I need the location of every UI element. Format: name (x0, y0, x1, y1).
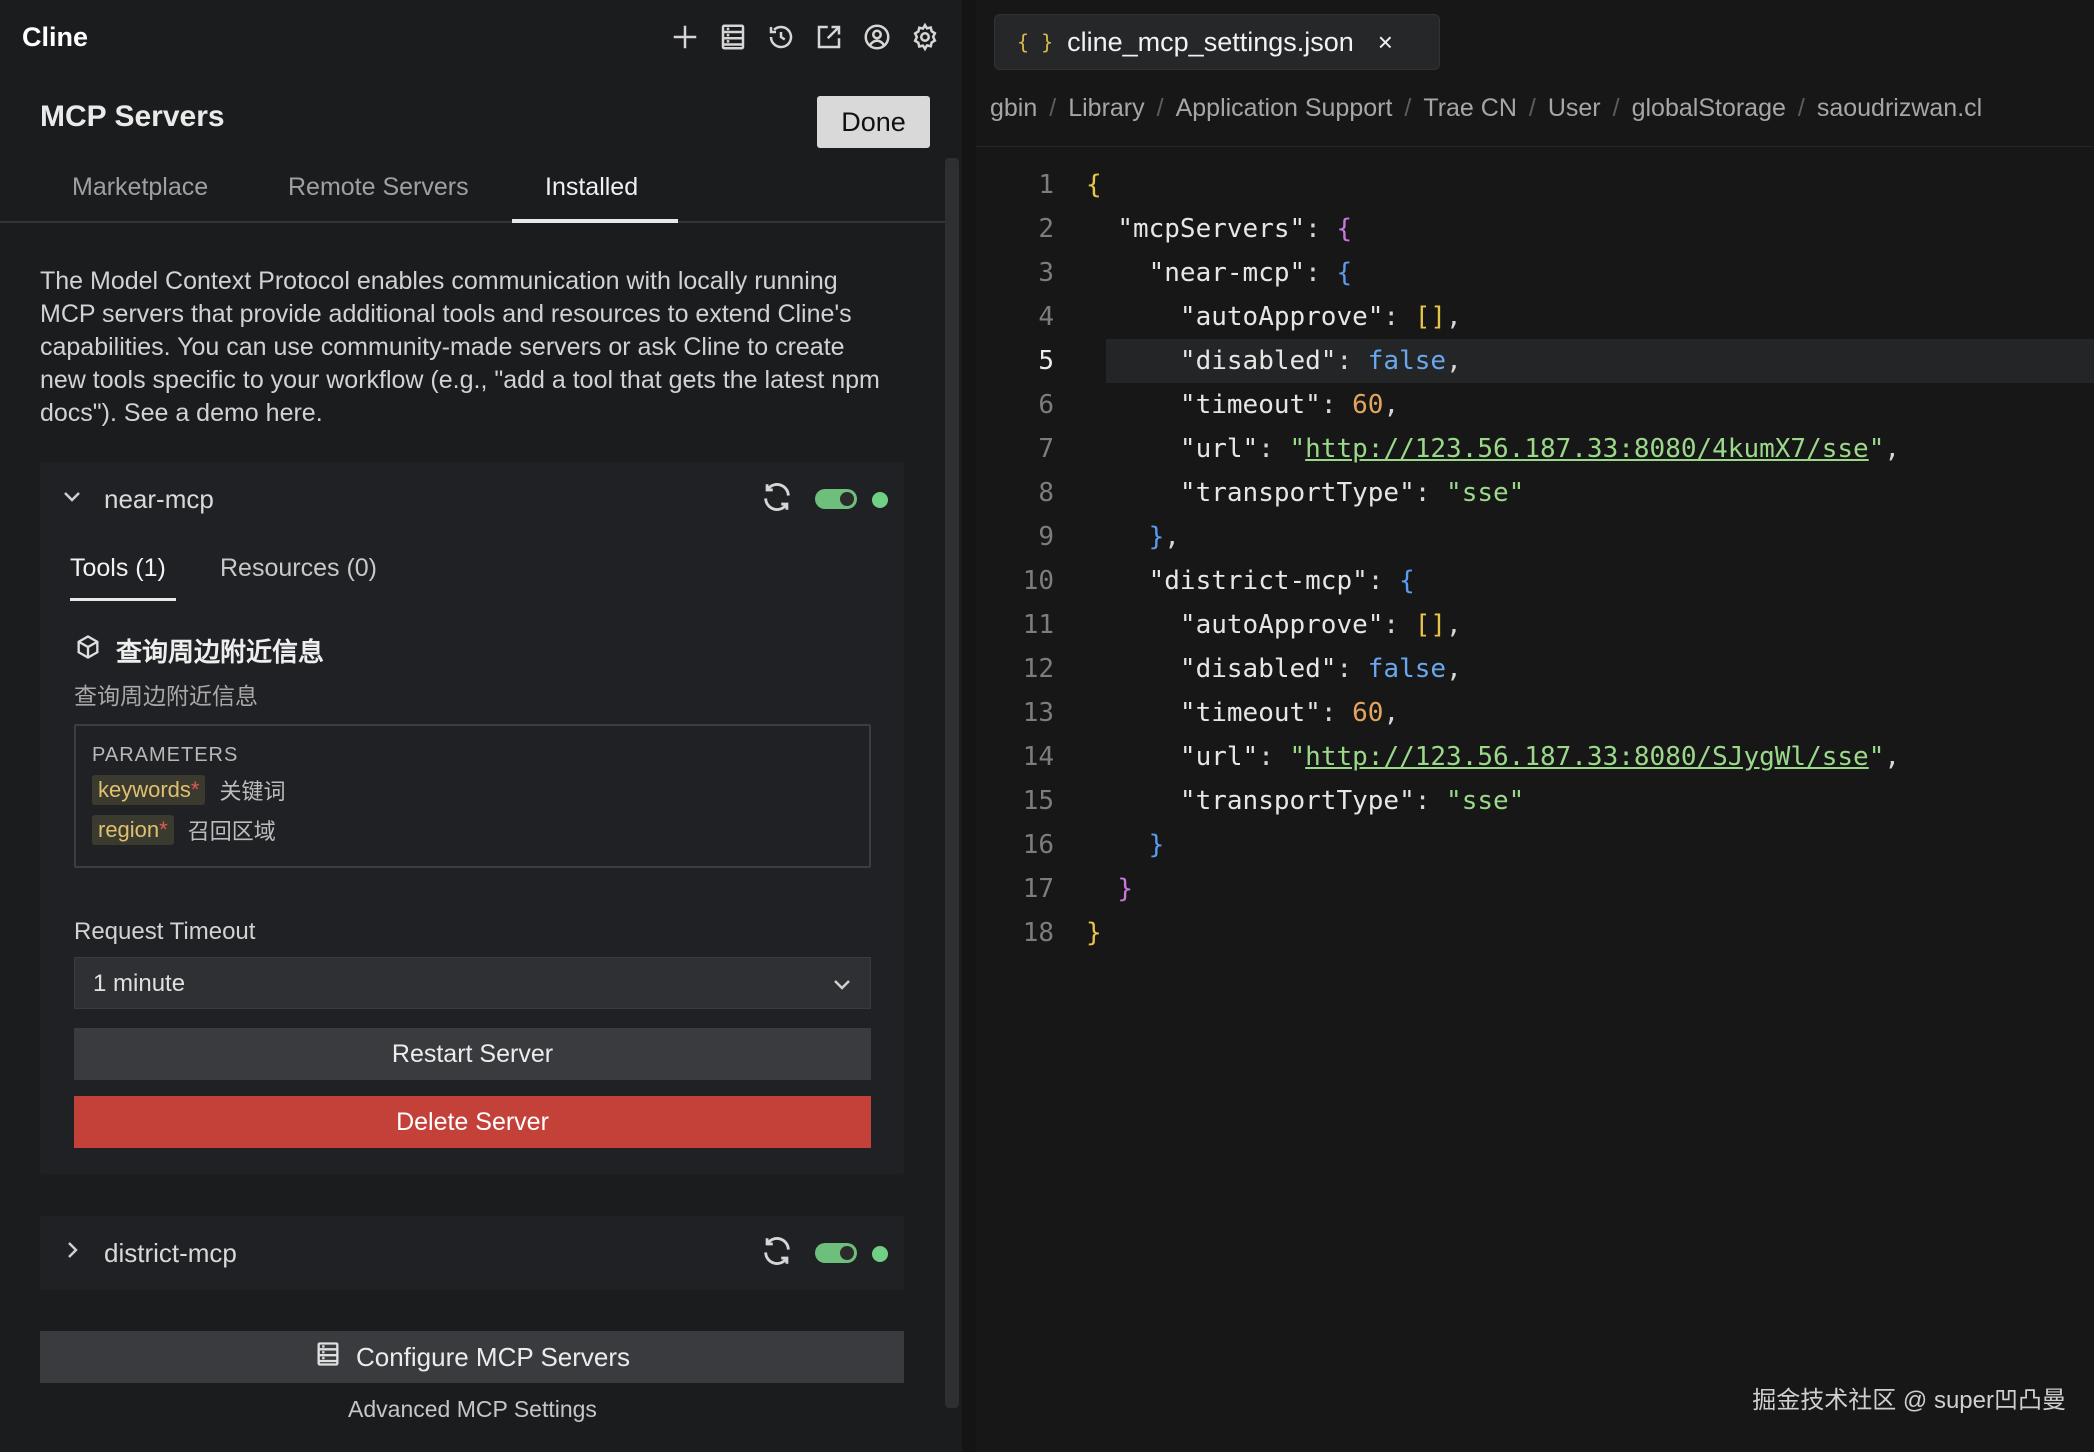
sidebar-topbar: Cline (0, 0, 962, 78)
status-indicator (872, 1246, 888, 1262)
request-timeout-select[interactable]: 1 minute (74, 957, 871, 1009)
account-icon[interactable] (860, 20, 894, 54)
breadcrumb-item[interactable]: Library (1068, 94, 1144, 123)
active-tab-indicator (512, 219, 678, 223)
code-area[interactable]: 1{ 2 "mcpServers": { 3 "near-mcp": { 4 "… (976, 163, 2094, 955)
chevron-down-icon (830, 972, 854, 996)
plus-icon[interactable] (668, 20, 702, 54)
param-row: keywords* 关键词 (92, 774, 286, 806)
tab-resources[interactable]: Resources (0) (220, 554, 377, 583)
code-line: 10 "district-mcp": { (1022, 566, 1415, 596)
server-enable-toggle[interactable] (815, 1243, 857, 1263)
mcp-description: The Model Context Protocol enables commu… (40, 267, 880, 427)
url-link[interactable]: http://123.56.187.33:8080/SJygWl/sse (1305, 742, 1869, 772)
select-value: 1 minute (93, 970, 186, 997)
code-line: 12 "disabled": false, (1022, 654, 1462, 684)
code-line: 16 } (1022, 830, 1165, 860)
scrollbar[interactable] (945, 158, 959, 1408)
json-file-icon: { } (1017, 30, 1054, 54)
cube-icon (74, 633, 102, 668)
code-line: 1{ (1038, 170, 1102, 200)
breadcrumb-item[interactable]: User (1548, 94, 1601, 123)
param-description: 召回区域 (187, 819, 276, 844)
tool-title: 查询周边附近信息 (74, 632, 324, 669)
code-line-active: 5 "disabled": false, (1038, 339, 2094, 383)
active-subtab-indicator (70, 598, 176, 601)
tab-installed[interactable]: Installed (545, 173, 638, 202)
breadcrumb-item[interactable]: saoudrizwan.cl (1817, 94, 1982, 123)
page-title: MCP Servers (40, 100, 225, 133)
tool-description: 查询周边附近信息 (74, 683, 258, 709)
code-line: 11 "autoApprove": [], (1022, 610, 1462, 640)
tab-tools[interactable]: Tools (1) (70, 554, 166, 583)
code-line: 3 "near-mcp": { (1038, 258, 1353, 288)
divider (976, 146, 2094, 147)
done-button[interactable]: Done (817, 96, 930, 148)
tool-name: 查询周边附近信息 (116, 637, 325, 667)
code-line: 4 "autoApprove": [], (1038, 302, 1462, 332)
tab-marketplace[interactable]: Marketplace (72, 173, 208, 202)
configure-mcp-servers-button[interactable]: Configure MCP Servers (40, 1331, 904, 1383)
request-timeout-label: Request Timeout (74, 918, 256, 945)
server-enable-toggle[interactable] (815, 489, 857, 509)
code-line: 7 "url": "http://123.56.187.33:8080/4kum… (1038, 434, 1901, 464)
url-link[interactable]: http://123.56.187.33:8080/4kumX7/sse (1305, 434, 1869, 464)
server-card-near-mcp: near-mcp Tools (1) Resources (0) 查询周边附近信… (40, 462, 904, 1174)
param-name: keywords* (92, 775, 206, 805)
code-line: 15 "transportType": "sse" (1022, 786, 1525, 816)
toolbar-icons (668, 20, 942, 54)
breadcrumb-item[interactable]: Trae CN (1423, 94, 1517, 123)
server-card-district-mcp[interactable]: district-mcp (40, 1216, 904, 1290)
mcp-tabs: Marketplace Remote Servers Installed (0, 165, 945, 223)
refresh-icon[interactable] (760, 1234, 796, 1270)
breadcrumb-item[interactable]: gbin (990, 94, 1037, 123)
code-line: 6 "timeout": 60, (1038, 390, 1400, 420)
server-list-icon (314, 1340, 342, 1375)
close-icon[interactable]: × (1378, 27, 1393, 58)
gear-icon[interactable] (908, 20, 942, 54)
param-name: region* (92, 815, 174, 845)
cline-sidebar: Cline MCP Servers Done Marketplace Remot… (0, 0, 962, 1452)
breadcrumb-item[interactable]: Application Support (1176, 94, 1393, 123)
code-editor: { } cline_mcp_settings.json × gbin / Libr… (976, 0, 2094, 1452)
app-title: Cline (22, 22, 89, 52)
editor-tab[interactable]: { } cline_mcp_settings.json × (994, 14, 1440, 70)
breadcrumb: gbin / Library / Application Support / Trae… (990, 94, 1983, 123)
code-line: 2 "mcpServers": { (1038, 214, 1353, 244)
configure-label: Configure MCP Servers (355, 1341, 631, 1372)
code-line: 8 "transportType": "sse" (1038, 478, 1525, 508)
parameters-box: PARAMETERS keywords* 关键词 region* 召回区域 (74, 724, 871, 868)
server-name: near-mcp (104, 484, 214, 514)
delete-server-button[interactable]: Delete Server (74, 1096, 871, 1148)
param-description: 关键词 (219, 779, 286, 804)
chevron-down-icon[interactable] (60, 484, 84, 508)
server-list-icon[interactable] (716, 20, 750, 54)
breadcrumb-item[interactable]: globalStorage (1632, 94, 1786, 123)
refresh-icon[interactable] (760, 480, 796, 516)
code-line: 18} (1022, 918, 1102, 948)
code-line: 14 "url": "http://123.56.187.33:8080/SJy… (1022, 742, 1901, 772)
popout-icon[interactable] (812, 20, 846, 54)
panel-divider[interactable] (962, 0, 976, 1452)
watermark: 掘金技术社区 @ super凹凸曼 (1752, 1387, 2066, 1414)
parameters-title: PARAMETERS (92, 744, 239, 766)
history-icon[interactable] (764, 20, 798, 54)
server-header[interactable]: near-mcp (40, 462, 904, 534)
file-name: cline_mcp_settings.json (1067, 26, 1354, 57)
restart-server-button[interactable]: Restart Server (74, 1028, 871, 1080)
code-line: 13 "timeout": 60, (1022, 698, 1400, 728)
status-indicator (872, 492, 888, 508)
code-line: 9 }, (1038, 522, 1180, 552)
advanced-mcp-settings-link[interactable]: Advanced MCP Settings (0, 1396, 945, 1423)
chevron-right-icon[interactable] (60, 1238, 84, 1262)
param-row: region* 召回区域 (92, 814, 276, 846)
code-line: 17 } (1022, 874, 1133, 904)
server-name: district-mcp (104, 1238, 237, 1268)
tab-remote-servers[interactable]: Remote Servers (288, 173, 469, 202)
